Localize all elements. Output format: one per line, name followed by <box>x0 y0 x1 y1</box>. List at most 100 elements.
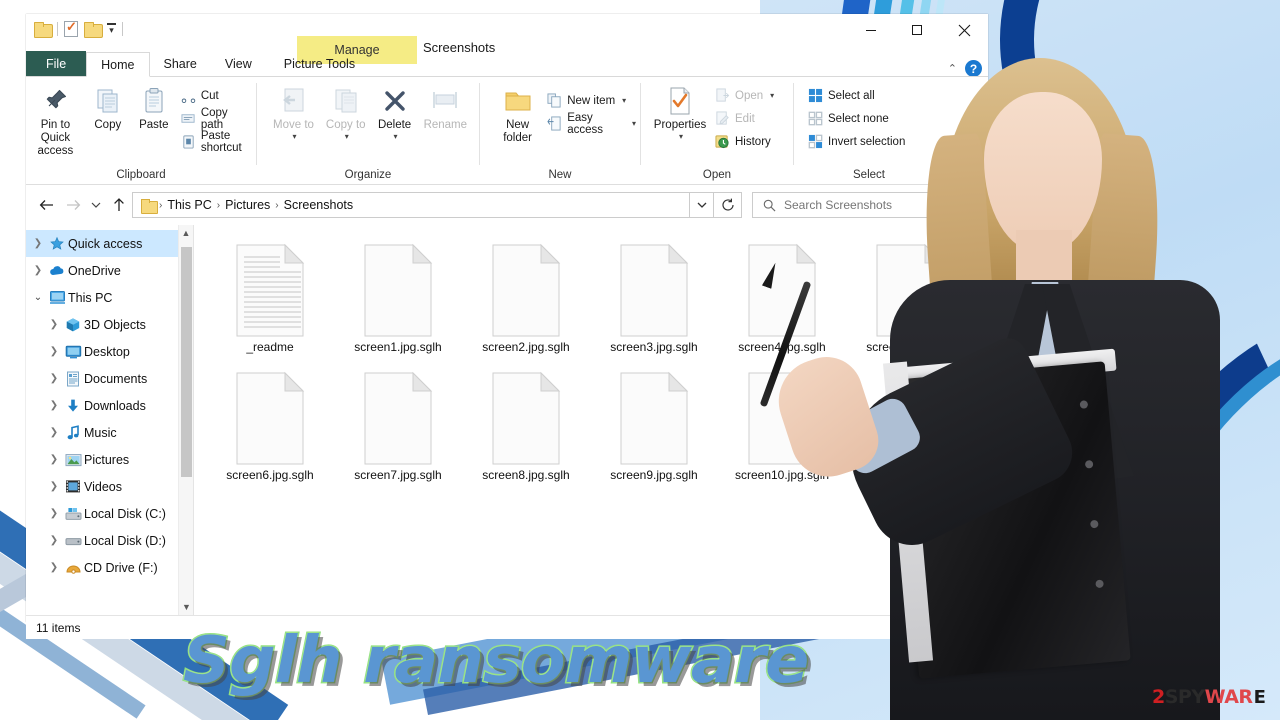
sidebar-item-downloads[interactable]: ❯ Downloads <box>26 392 193 419</box>
folder-icon[interactable] <box>34 22 53 38</box>
chevron-right-icon[interactable]: ❯ <box>46 427 62 438</box>
sidebar-item-local-disk-d[interactable]: ❯ Local Disk (D:) <box>26 527 193 554</box>
properties-icon[interactable] <box>64 19 78 37</box>
file-item[interactable]: _readme <box>206 239 334 367</box>
navigation-pane: ❯ Quick access ❯ OneDrive ⌄ This PC ❯ 3D… <box>26 225 194 615</box>
navigation-scrollbar[interactable]: ▲ ▼ <box>178 225 193 615</box>
cut-label: Cut <box>200 89 219 102</box>
sidebar-item-pictures[interactable]: ❯ Pictures <box>26 446 193 473</box>
scroll-down-icon[interactable]: ▼ <box>179 599 193 615</box>
file-name: screen2.jpg.sglh <box>482 340 570 354</box>
file-name: screen9.jpg.sglh <box>610 468 698 482</box>
new-item-button[interactable]: New item ▾ <box>543 89 640 112</box>
pc-icon <box>46 290 68 305</box>
delete-label: Delete <box>377 119 412 131</box>
cut-button[interactable]: Cut <box>177 84 256 107</box>
move-to-button[interactable]: Move to ▾ <box>267 81 320 143</box>
tab-picture-tools[interactable]: Picture Tools <box>270 51 369 76</box>
tab-home[interactable]: Home <box>86 52 150 77</box>
sidebar-item-local-disk-c[interactable]: ❯ Local Disk (C:) <box>26 500 193 527</box>
breadcrumb[interactable]: › This PC › Pictures › Screenshots <box>132 192 690 218</box>
stock-photo-woman <box>690 40 1280 720</box>
copy-button[interactable]: Copy <box>85 81 131 134</box>
sidebar-item-desktop[interactable]: ❯ Desktop <box>26 338 193 365</box>
breadcrumb-item-this-pc[interactable]: This PC <box>162 198 216 212</box>
move-to-icon <box>277 83 309 119</box>
tab-share-label: Share <box>163 56 197 71</box>
forward-button[interactable] <box>60 192 86 218</box>
chevron-right-icon[interactable]: ❯ <box>46 454 62 465</box>
paste-icon <box>139 83 169 119</box>
videos-icon <box>62 479 84 494</box>
downloads-icon <box>62 398 84 414</box>
ribbon-group-organize: Move to ▾ Copy to ▾ Delete ▾ Rename Orga… <box>257 77 479 185</box>
customize-caret-icon[interactable]: ▾ <box>107 23 116 35</box>
logo-spy: SPY <box>1164 686 1205 708</box>
chevron-right-icon[interactable]: ❯ <box>46 319 62 330</box>
back-button[interactable] <box>34 192 60 218</box>
delete-button[interactable]: Delete ▾ <box>372 81 418 143</box>
chevron-down-icon[interactable]: ⌄ <box>30 292 46 303</box>
tab-file[interactable]: File <box>26 51 87 76</box>
pin-to-quick-access-label: Pin to Quick access <box>37 119 74 158</box>
scroll-up-icon[interactable]: ▲ <box>179 225 193 241</box>
file-item[interactable]: screen8.jpg.sglh <box>462 367 590 495</box>
blank-file-icon <box>359 371 437 466</box>
breadcrumb-item-screenshots[interactable]: Screenshots <box>279 198 358 212</box>
blank-file-icon <box>615 243 693 338</box>
sidebar-label: Pictures <box>84 452 130 467</box>
new-item-icon <box>547 93 562 108</box>
rename-icon <box>430 83 460 119</box>
sidebar-label: Desktop <box>84 344 130 359</box>
chevron-right-icon[interactable]: ❯ <box>46 535 62 546</box>
sidebar-item-3d-objects[interactable]: ❯ 3D Objects <box>26 311 193 338</box>
paste-shortcut-button[interactable]: Paste shortcut <box>177 129 256 154</box>
sidebar-item-onedrive[interactable]: ❯ OneDrive <box>26 257 193 284</box>
quick-access-toolbar[interactable]: ▾ <box>34 19 123 38</box>
up-button[interactable] <box>106 192 132 218</box>
desktop-icon <box>62 345 84 359</box>
file-item[interactable]: screen7.jpg.sglh <box>334 367 462 495</box>
file-item[interactable]: screen6.jpg.sglh <box>206 367 334 495</box>
paste-button[interactable]: Paste <box>131 81 177 134</box>
chevron-right-icon[interactable]: ❯ <box>46 346 62 357</box>
sidebar-item-quick-access[interactable]: ❯ Quick access <box>26 230 193 257</box>
chevron-right-icon[interactable]: ❯ <box>30 238 46 249</box>
chevron-right-icon[interactable]: ❯ <box>46 400 62 411</box>
divider <box>122 22 123 36</box>
scrollbar-thumb[interactable] <box>181 247 192 477</box>
chevron-right-icon[interactable]: ❯ <box>46 562 62 573</box>
sidebar-item-videos[interactable]: ❯ Videos <box>26 473 193 500</box>
text-file-icon <box>231 243 309 338</box>
tab-view[interactable]: View <box>211 51 266 76</box>
recent-locations-button[interactable] <box>86 192 106 218</box>
sidebar-item-music[interactable]: ❯ Music <box>26 419 193 446</box>
overlay-title-text: Sglh ransomware <box>181 624 810 698</box>
file-item[interactable]: screen2.jpg.sglh <box>462 239 590 367</box>
chevron-right-icon[interactable]: ❯ <box>30 265 46 276</box>
sidebar-item-documents[interactable]: ❯ Documents <box>26 365 193 392</box>
copy-label: Copy <box>94 119 122 131</box>
chevron-right-icon[interactable]: ❯ <box>46 481 62 492</box>
documents-icon <box>62 371 84 387</box>
paste-shortcut-label: Paste shortcut <box>200 129 242 154</box>
tab-share[interactable]: Share <box>150 51 211 76</box>
scissors-icon <box>181 88 196 103</box>
breadcrumb-item-pictures[interactable]: Pictures <box>220 198 275 212</box>
sidebar-item-cd-drive-f[interactable]: ❯ CD Drive (F:) <box>26 554 193 581</box>
chevron-down-icon: ▾ <box>292 132 297 142</box>
pin-to-quick-access-button[interactable]: Pin to Quick access <box>26 81 85 161</box>
easy-access-button[interactable]: Easy access ▾ <box>543 112 640 136</box>
sidebar-item-this-pc[interactable]: ⌄ This PC <box>26 284 193 311</box>
new-folder-button[interactable]: New folder <box>492 81 543 147</box>
easy-access-icon <box>547 116 562 131</box>
chevron-right-icon[interactable]: ❯ <box>46 373 62 384</box>
file-item[interactable]: screen1.jpg.sglh <box>334 239 462 367</box>
chevron-right-icon[interactable]: ❯ <box>46 508 62 519</box>
copy-to-button[interactable]: Copy to ▾ <box>320 81 372 143</box>
sidebar-label: 3D Objects <box>84 317 146 332</box>
rename-button[interactable]: Rename <box>418 81 473 134</box>
new-folder-icon[interactable] <box>84 22 103 38</box>
copy-path-button[interactable]: Copy path <box>177 107 256 131</box>
ribbon-group-new-label: New <box>548 169 572 181</box>
